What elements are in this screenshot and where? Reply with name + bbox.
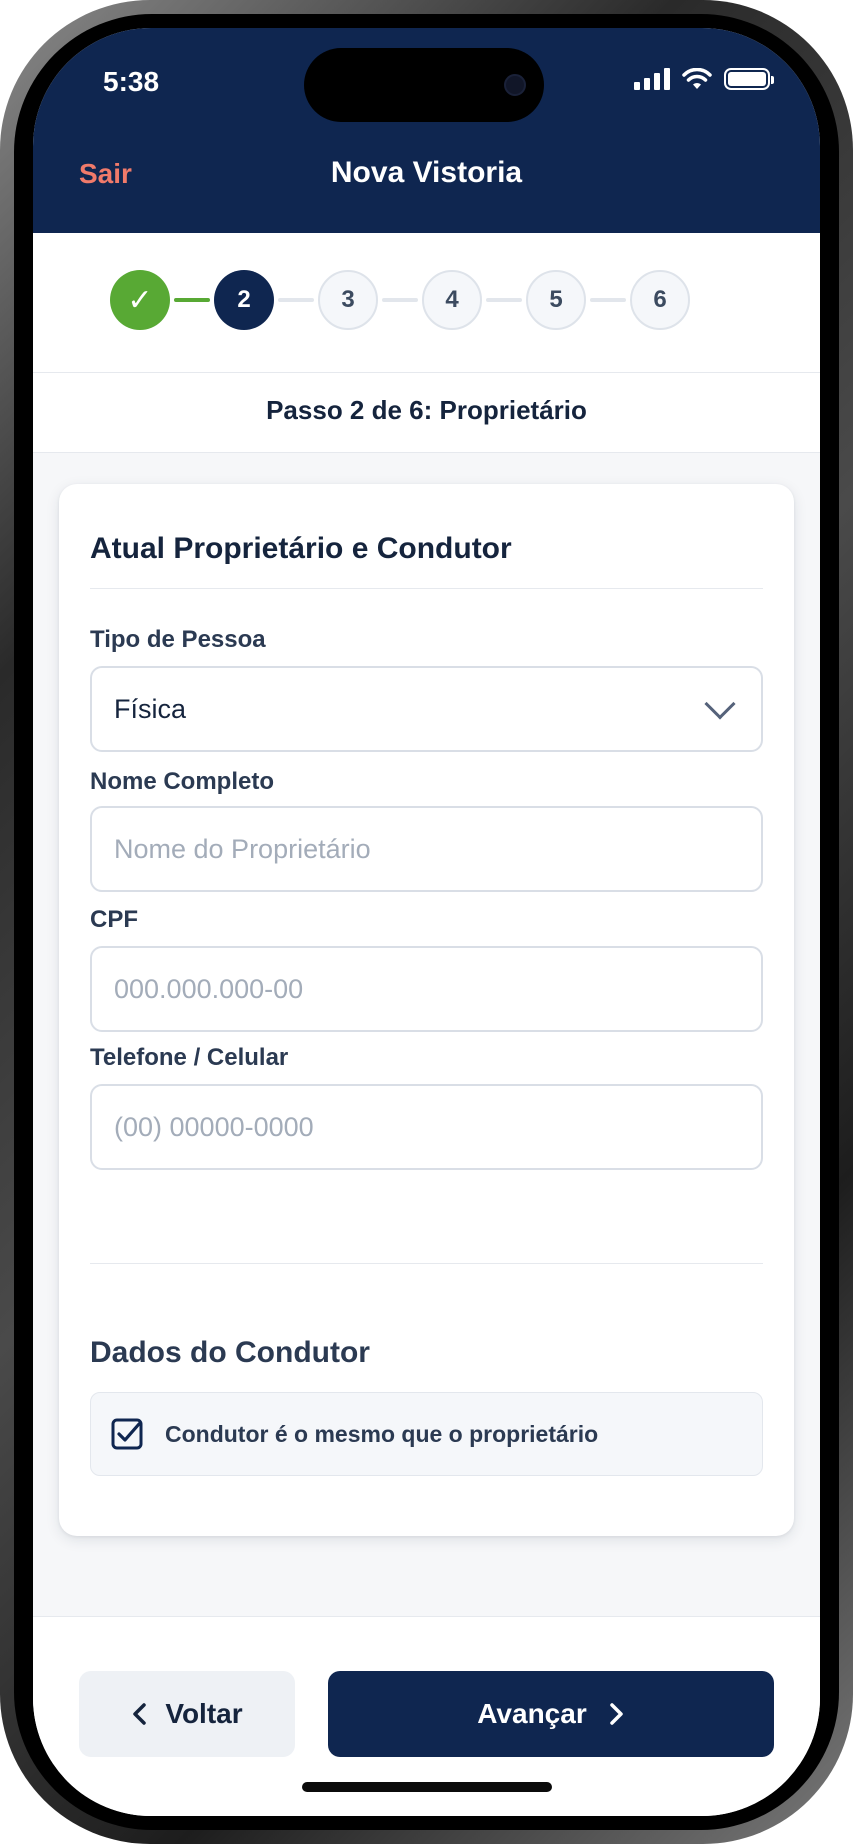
- step-caption-area: Passo 2 de 6: Proprietário: [33, 373, 820, 453]
- form-title: Atual Proprietário e Condutor: [90, 532, 512, 565]
- page-title: Nova Vistoria: [330, 156, 523, 189]
- back-button-label: Voltar: [165, 1698, 243, 1729]
- step-caption: Passo 2 de 6: Proprietário: [266, 395, 587, 425]
- step-5: 5: [526, 270, 586, 330]
- person-type-label: Tipo de Pessoa: [90, 626, 266, 653]
- chevron-right-icon: [609, 1703, 623, 1725]
- dynamic-island: [304, 48, 544, 122]
- phone-label: Telefone / Celular: [90, 1044, 289, 1071]
- app-screen: 5:38 Sair Nova Vistoria ✓ 2 3 4 5 6 Pass…: [33, 28, 820, 1816]
- owner-form-card: Atual Proprietário e Condutor Tipo de Pe…: [59, 484, 794, 1536]
- full-name-label: Nome Completo: [90, 768, 275, 795]
- cpf-input[interactable]: [90, 946, 763, 1032]
- step-connector: [382, 298, 418, 302]
- stepper: ✓ 2 3 4 5 6: [110, 270, 690, 330]
- step-connector: [486, 298, 522, 302]
- cpf-label: CPF: [90, 906, 138, 933]
- status-time: 5:38: [103, 66, 160, 97]
- divider: [90, 1263, 763, 1264]
- next-button-label: Avançar: [477, 1698, 587, 1729]
- home-indicator: [302, 1782, 552, 1792]
- step-2-active: 2: [214, 270, 274, 330]
- phone-input[interactable]: [90, 1084, 763, 1170]
- step-connector: [174, 298, 210, 302]
- stepper-area: ✓ 2 3 4 5 6: [33, 233, 820, 373]
- chevron-left-icon: [133, 1703, 147, 1725]
- step-3: 3: [318, 270, 378, 330]
- wifi-icon: [682, 68, 712, 89]
- chevron-down-icon: [704, 688, 736, 720]
- status-icons: [634, 68, 774, 90]
- full-name-input[interactable]: [90, 806, 763, 892]
- cellular-signal-icon: [634, 68, 670, 90]
- next-button[interactable]: Avançar: [328, 1671, 774, 1757]
- step-4: 4: [422, 270, 482, 330]
- person-type-select[interactable]: Física: [90, 666, 763, 752]
- camera-icon: [504, 74, 526, 96]
- checkbox-checked-icon[interactable]: [111, 1418, 143, 1450]
- battery-icon: [724, 68, 774, 90]
- person-type-value: Física: [114, 693, 187, 724]
- same-driver-checkbox-row[interactable]: Condutor é o mesmo que o proprietário: [90, 1392, 763, 1476]
- step-connector: [590, 298, 626, 302]
- step-connector: [278, 298, 314, 302]
- driver-section-title: Dados do Condutor: [90, 1336, 370, 1369]
- divider: [90, 588, 763, 589]
- step-6: 6: [630, 270, 690, 330]
- back-button[interactable]: Voltar: [79, 1671, 295, 1757]
- app-header: 5:38 Sair Nova Vistoria: [33, 28, 820, 233]
- step-1-completed: ✓: [110, 270, 170, 330]
- same-driver-label: Condutor é o mesmo que o proprietário: [165, 1420, 599, 1447]
